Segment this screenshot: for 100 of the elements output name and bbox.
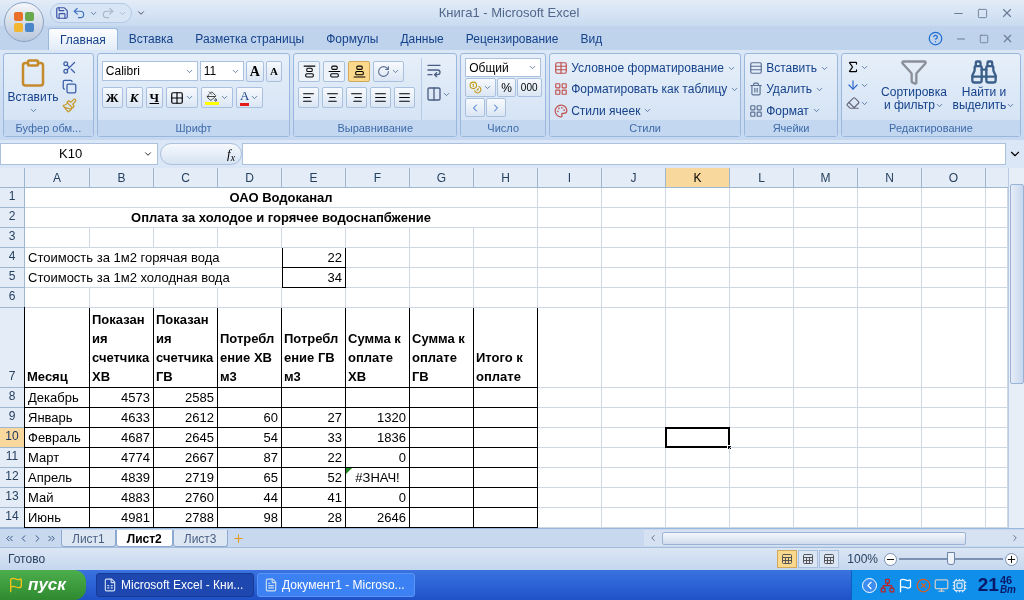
column-header[interactable]: C [154,168,218,188]
zoom-in-icon[interactable] [1005,552,1018,566]
empty-cell[interactable] [410,388,474,408]
customize-toolbar-icon[interactable] [136,8,146,18]
empty-cell[interactable] [666,428,730,448]
column-header[interactable]: J [602,168,666,188]
vertical-scrollbar[interactable] [1008,168,1024,528]
font-family-field[interactable]: Calibri [101,61,198,81]
row-header[interactable]: 6 [0,288,25,308]
number-format-field[interactable]: Общий [465,58,542,77]
row-header[interactable]: 1 [0,188,25,208]
horizontal-scrollbar[interactable] [644,530,1024,546]
new-sheet-icon[interactable] [231,531,245,545]
italic-button[interactable]: К [125,87,143,108]
cells-menu-button[interactable]: Удалить [749,80,830,99]
ribbon-tab[interactable]: Данные [389,28,455,50]
view-button[interactable] [819,550,840,568]
empty-cell[interactable] [474,388,538,408]
monitor-icon[interactable] [933,577,949,593]
column-header[interactable]: O [922,168,986,188]
styles-menu-button[interactable]: Форматировать как таблицу [554,80,740,99]
wrap-text-icon[interactable] [426,62,443,78]
sheet-tab[interactable]: Лист3 [172,529,228,547]
row-header[interactable]: 2 [0,208,25,228]
align-left-button[interactable] [298,87,320,108]
column-header[interactable]: M [794,168,858,188]
name-box[interactable]: K10 [0,143,158,165]
empty-cell[interactable] [410,408,474,428]
redo-icon[interactable] [101,6,115,20]
empty-cell[interactable] [474,408,538,428]
decrease-decimal-button[interactable] [486,98,507,117]
row-header[interactable]: 4 [0,248,25,268]
row-header[interactable]: 13 [0,488,25,508]
row-header[interactable]: 3 [0,228,25,248]
view-button[interactable] [777,550,798,568]
taskbar-button[interactable]: Microsoft Excel - Кни... [96,573,254,597]
dropdown-icon[interactable] [143,149,153,159]
row-header[interactable]: 9 [0,408,25,428]
row-header[interactable]: 12 [0,468,25,488]
copy-icon[interactable] [62,79,77,94]
close-icon[interactable] [1000,6,1014,20]
empty-cell[interactable] [410,448,474,468]
ribbon-tab[interactable]: Рецензирование [454,28,570,50]
scroll-right-icon[interactable] [1010,533,1020,543]
increase-indent-button[interactable] [394,87,416,108]
bold-button[interactable]: Ж [101,87,123,108]
column-header[interactable]: E [282,168,346,188]
font-size-field[interactable]: 11 [199,61,244,81]
maximize-icon[interactable] [977,7,988,19]
ribbon-tab[interactable]: Формулы [315,28,390,50]
ribbon-tab[interactable]: Главная [48,28,118,50]
sort-filter-button[interactable]: Сортировка и фильтр [880,58,948,120]
save-icon[interactable] [55,6,69,20]
styles-menu-button[interactable]: Стили ячеек [554,101,740,120]
decrease-indent-button[interactable] [370,87,392,108]
row-header[interactable]: 10 [0,428,25,448]
grow-font-button[interactable]: A [245,61,264,82]
column-header[interactable] [986,168,1008,188]
ribbon-tab[interactable]: Вид [569,28,614,50]
empty-cell[interactable] [474,468,538,488]
column-header[interactable]: G [410,168,474,188]
restore-icon[interactable] [979,33,989,44]
row-header[interactable]: 8 [0,388,25,408]
scroll-left-icon[interactable] [648,533,658,543]
align-center-button[interactable] [322,87,344,108]
vertical-align-button[interactable] [348,61,371,82]
empty-cell[interactable] [474,488,538,508]
network-icon[interactable] [879,577,895,593]
ribbon-tab[interactable]: Вставка [117,28,185,50]
scrollbar-thumb[interactable] [1009,184,1024,384]
scrollbar-thumb[interactable] [662,531,966,545]
ribbon-tab[interactable]: Разметка страницы [184,28,316,50]
empty-cell[interactable] [346,388,410,408]
function-button[interactable]: f$_{x}$ [160,143,242,165]
sheet-tab[interactable]: Лист1 [61,529,116,547]
column-header[interactable]: L [730,168,794,188]
shrink-font-button[interactable]: A [265,61,282,82]
zoom-out-icon[interactable] [884,552,897,566]
office-button[interactable] [4,2,44,42]
empty-cell[interactable] [410,428,474,448]
view-button[interactable] [798,550,819,568]
language-flag-icon[interactable] [897,577,913,593]
empty-cell[interactable] [474,428,538,448]
cut-icon[interactable] [62,60,77,75]
undo-icon[interactable] [72,6,86,20]
align-right-button[interactable] [346,87,368,108]
column-header[interactable]: N [858,168,922,188]
row-header[interactable]: 14 [0,508,25,528]
row-header[interactable]: 5 [0,268,25,288]
increase-decimal-button[interactable] [465,98,486,117]
zoom-slider-thumb[interactable] [947,552,955,565]
column-header[interactable]: B [90,168,154,188]
find-select-button[interactable]: Найти и выделить [952,58,1016,120]
borders-button[interactable] [166,87,199,108]
column-header[interactable]: A [25,168,90,188]
help-icon[interactable] [928,31,943,46]
expand-tray-icon[interactable] [861,577,877,593]
empty-cell[interactable] [474,448,538,468]
formula-field[interactable] [242,143,1006,165]
percent-button[interactable]: % [497,78,516,97]
